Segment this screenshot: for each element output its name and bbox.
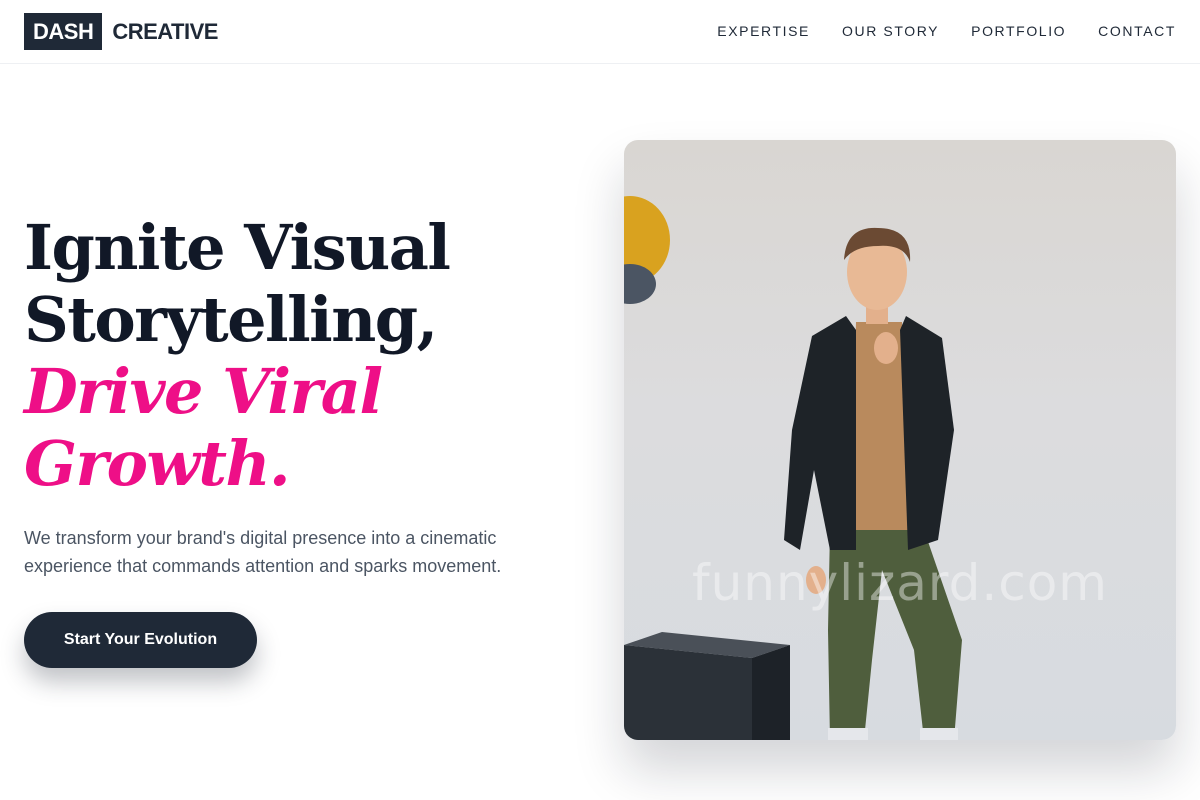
site-header: DASH CREATIVE EXPERTISE OUR STORY PORTFO… — [0, 0, 1200, 64]
headline-line: Storytelling, — [24, 283, 438, 356]
logo-wordmark: CREATIVE — [112, 19, 218, 44]
hero-image: funnylizard.com — [624, 140, 1176, 740]
nav-link-our-story[interactable]: OUR STORY — [842, 23, 939, 39]
hero-subtext: We transform your brand's digital presen… — [24, 528, 502, 576]
main-nav: EXPERTISE OUR STORY PORTFOLIO CONTACT — [717, 0, 1176, 62]
headline-accent-line: Growth. — [24, 427, 291, 500]
headline-line: Ignite Visual — [24, 211, 451, 284]
nav-link-portfolio[interactable]: PORTFOLIO — [971, 23, 1066, 39]
logo[interactable]: DASH CREATIVE — [24, 13, 218, 50]
start-evolution-button[interactable]: Start Your Evolution — [24, 612, 257, 668]
nav-link-contact[interactable]: CONTACT — [1098, 23, 1176, 39]
headline-accent-line: Drive Viral — [24, 355, 383, 428]
logo-mark: DASH — [24, 13, 103, 50]
hero-photo-illustration — [624, 196, 962, 740]
nav-link-expertise[interactable]: EXPERTISE — [717, 23, 810, 39]
hero-headline: Ignite Visual Storytelling, Drive Viral … — [24, 212, 584, 500]
